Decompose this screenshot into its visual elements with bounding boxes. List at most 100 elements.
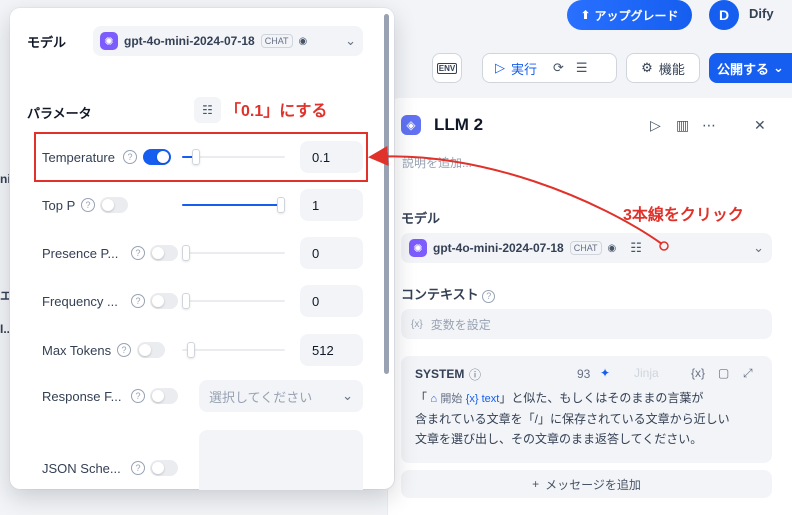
highlight-box xyxy=(34,132,368,182)
param-slider[interactable] xyxy=(182,293,285,309)
popup-model-label: モデル xyxy=(27,35,67,50)
add-message-button[interactable]: + メッセージを追加 xyxy=(401,470,772,498)
run-toolbar: ▷ 実行 ⟳ ☰ xyxy=(482,53,617,83)
param-row-frequency-penalty: Frequency ... ? 0 xyxy=(10,285,380,317)
param-name: JSON Sche... xyxy=(42,461,121,476)
upgrade-button[interactable]: ⬆ アップグレード xyxy=(567,0,692,30)
chevron-down-icon: ⌄ xyxy=(773,60,784,75)
preset-sliders-button[interactable]: ☷ xyxy=(194,97,221,123)
eye-icon: ◉ xyxy=(607,242,617,254)
param-name: Top P xyxy=(42,198,76,213)
eye-icon: ◉ xyxy=(298,35,308,47)
chevron-down-icon: ⌄ xyxy=(345,33,356,48)
param-value-input[interactable]: 0 xyxy=(300,237,363,269)
llm-node-panel: ◈ LLM 2 ▷ ▥ ⋯ ✕ 説明を追加... モデル ✺ gpt-4o-mi… xyxy=(387,98,792,515)
scrollbar[interactable] xyxy=(384,14,389,374)
sparkle-icon[interactable]: ✦ xyxy=(600,366,610,380)
variable-icon: {x} xyxy=(411,318,423,330)
param-toggle[interactable] xyxy=(150,293,178,309)
bg-fragment: I.. xyxy=(0,322,11,336)
jinja-toggle[interactable]: Jinja xyxy=(634,366,659,380)
param-name: Presence P... xyxy=(42,246,119,261)
annotation-set-value: 「0.1」にする xyxy=(225,103,328,120)
help-icon[interactable]: ? xyxy=(131,294,145,308)
chat-badge: CHAT xyxy=(569,241,602,255)
sliders-icon[interactable]: ☷ xyxy=(630,240,642,256)
response-format-select[interactable]: 選択してください ⌄ xyxy=(199,380,363,412)
publish-button[interactable]: 公開する ⌄ xyxy=(709,53,792,83)
token-count: 93 xyxy=(577,367,591,381)
node-title[interactable]: LLM 2 xyxy=(434,115,483,135)
context-variable-input[interactable]: {x} 変数を設定 xyxy=(401,309,772,339)
params-label: パラメータ xyxy=(27,106,92,121)
param-slider[interactable] xyxy=(182,197,285,213)
param-row-max-tokens: Max Tokens ? 512 xyxy=(10,334,380,366)
json-schema-editor[interactable] xyxy=(199,430,363,490)
history-icon[interactable]: ⟳ xyxy=(553,60,564,76)
help-icon[interactable]: ? xyxy=(81,198,95,212)
model-selector[interactable]: ✺ gpt-4o-mini-2024-07-18 CHAT ◉ ☷ ⌄ xyxy=(401,233,772,263)
help-icon[interactable]: ⓘ xyxy=(469,366,481,383)
param-value-input[interactable]: 0 xyxy=(300,285,363,317)
param-name: Max Tokens xyxy=(42,343,112,358)
chat-badge: CHAT xyxy=(260,34,293,48)
model-section-label: モデル xyxy=(401,211,441,226)
help-icon[interactable]: ? xyxy=(117,343,131,357)
popup-model-selector[interactable]: ✺ gpt-4o-mini-2024-07-18 CHAT ◉ ⌄ xyxy=(93,26,363,56)
param-row-response-format: Response F... ? 選択してください ⌄ xyxy=(10,380,380,412)
chevron-down-icon: ⌄ xyxy=(342,388,353,403)
param-name: Response F... xyxy=(42,389,122,404)
system-prompt-text[interactable]: 「 ⌂ 開始 {x} text」と似た、もしくはそのままの言葉が 含まれている文… xyxy=(415,388,760,449)
clipboard-icon[interactable]: ▢ xyxy=(718,366,729,380)
expand-icon[interactable]: ⤢ xyxy=(743,366,753,381)
chevron-down-icon: ⌄ xyxy=(753,240,764,255)
help-icon[interactable]: ? xyxy=(131,246,145,260)
book-icon[interactable]: ▥ xyxy=(676,117,689,134)
context-section-label: コンテキスト ? xyxy=(401,284,496,303)
plus-icon: + xyxy=(532,477,540,491)
env-button[interactable]: ENV xyxy=(432,53,462,83)
openai-icon: ✺ xyxy=(100,32,118,50)
run-button[interactable]: 実行 xyxy=(511,59,537,78)
variable-chip: {x} text xyxy=(465,393,500,405)
param-row-presence-penalty: Presence P... ? 0 xyxy=(10,237,380,269)
model-params-popup: モデル ✺ gpt-4o-mini-2024-07-18 CHAT ◉ ⌄ パラ… xyxy=(10,8,394,490)
slider-thumb[interactable] xyxy=(182,245,190,261)
param-slider[interactable] xyxy=(182,245,285,261)
more-icon[interactable]: ⋯ xyxy=(702,117,716,134)
param-slider[interactable] xyxy=(182,342,285,358)
openai-icon: ✺ xyxy=(409,239,427,257)
help-icon[interactable]: ? xyxy=(131,461,145,475)
run-node-icon[interactable]: ▷ xyxy=(650,117,661,134)
param-toggle[interactable] xyxy=(150,245,178,261)
checklist-icon[interactable]: ☰ xyxy=(576,60,588,76)
help-icon[interactable]: ? xyxy=(131,389,145,403)
close-icon[interactable]: ✕ xyxy=(754,117,766,134)
param-toggle[interactable] xyxy=(150,388,178,404)
user-name[interactable]: Dify xyxy=(749,6,774,21)
param-toggle[interactable] xyxy=(100,197,128,213)
system-label: SYSTEM xyxy=(415,367,465,381)
annotation-click: 3本線をクリック xyxy=(623,207,744,224)
system-prompt-box[interactable]: SYSTEM ⓘ 93 ✦ Jinja {x} ▢ ⤢ 「 ⌂ 開始 {x} t… xyxy=(401,356,772,463)
param-value-input[interactable]: 512 xyxy=(300,334,363,366)
slider-thumb[interactable] xyxy=(277,197,285,213)
param-row-top-p: Top P ? 1 xyxy=(10,189,380,221)
param-value-input[interactable]: 1 xyxy=(300,189,363,221)
upgrade-icon: ⬆ xyxy=(580,8,591,22)
sliders-icon: ☷ xyxy=(202,103,213,117)
param-name: Frequency ... xyxy=(42,294,118,309)
help-icon[interactable]: ? xyxy=(482,289,496,303)
features-button[interactable]: ⚙ 機能 xyxy=(626,53,700,83)
description-input[interactable]: 説明を追加... xyxy=(402,154,472,171)
features-icon: ⚙ xyxy=(641,60,653,75)
llm-node-icon: ◈ xyxy=(401,115,421,135)
slider-thumb[interactable] xyxy=(182,293,190,309)
home-icon: ⌂ xyxy=(430,393,438,405)
param-toggle[interactable] xyxy=(137,342,165,358)
param-toggle[interactable] xyxy=(150,460,178,476)
slider-thumb[interactable] xyxy=(187,342,195,358)
avatar[interactable]: D xyxy=(709,0,739,30)
play-icon: ▷ xyxy=(495,60,505,75)
insert-variable-icon[interactable]: {x} xyxy=(691,366,705,380)
